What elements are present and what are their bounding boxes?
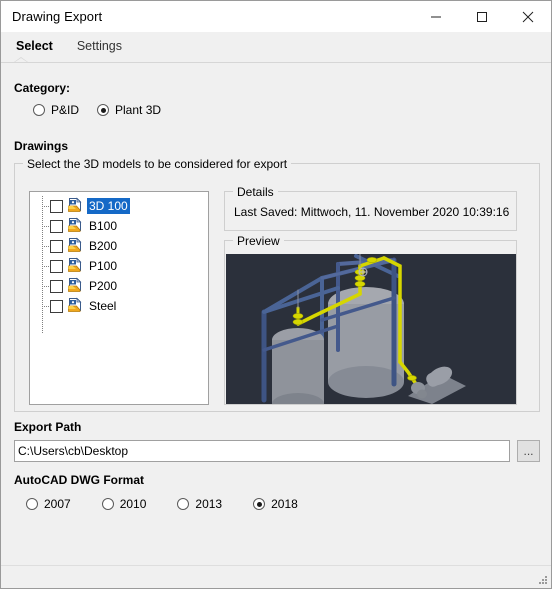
dwg-file-icon: [67, 197, 83, 216]
tree-stub: [42, 266, 50, 267]
radio-2007-label: 2007: [44, 497, 71, 511]
model-preview-canvas: [226, 254, 516, 404]
models-tree[interactable]: 3D 100 B100 B200 P100 P200 Steel: [29, 191, 209, 405]
category-label: Category:: [14, 81, 71, 95]
preview-groupbox-title: Preview: [233, 234, 284, 248]
drawings-label: Drawings: [14, 139, 69, 153]
tree-item-label: B200: [89, 239, 118, 253]
browse-button[interactable]: ...: [517, 440, 540, 462]
title-bar: Drawing Export: [1, 1, 551, 32]
radio-2013-label: 2013: [195, 497, 223, 511]
tab-underline: [1, 62, 551, 63]
tab-strip: Select Settings: [1, 32, 551, 69]
resize-grip[interactable]: [536, 573, 548, 585]
radio-2007[interactable]: 2007: [26, 497, 71, 511]
dwg-format-radio-group: 2007 2010 2013 2018: [26, 497, 329, 511]
radio-2018-label: 2018: [271, 497, 298, 511]
close-button[interactable]: [505, 1, 551, 32]
tree-stub: [42, 286, 50, 287]
radio-plant3d-circle: [97, 104, 110, 116]
drawing-export-dialog: Drawing Export Select Settings Category:…: [0, 0, 552, 589]
window-title: Drawing Export: [12, 9, 103, 24]
tree-checkbox[interactable]: [50, 199, 63, 213]
dwg-file-icon: [67, 277, 83, 296]
dwg-file-icon: [67, 297, 83, 316]
preview-groupbox: Preview: [224, 234, 517, 405]
radio-2010[interactable]: 2010: [101, 497, 147, 511]
radio-2010-label: 2010: [119, 497, 147, 511]
tree-checkbox[interactable]: [50, 299, 63, 313]
dwg-file-icon: [67, 237, 83, 256]
export-path-label: Export Path: [14, 420, 82, 434]
tree-stub: [42, 306, 50, 307]
radio-2018[interactable]: 2018: [253, 497, 298, 511]
tab-settings[interactable]: Settings: [75, 39, 124, 53]
tree-checkbox[interactable]: [50, 279, 63, 293]
footer-separator: [1, 565, 551, 566]
tab-select[interactable]: Select: [14, 39, 55, 53]
tree-item-label: P200: [89, 279, 118, 293]
dwg-file-icon: [67, 257, 83, 276]
radio-plant3d-label: Plant 3D: [115, 103, 162, 117]
tree-item-label: P100: [89, 259, 118, 273]
tree-stub: [42, 246, 50, 247]
radio-pid[interactable]: P&ID: [33, 103, 79, 117]
tree-item-p100[interactable]: P100: [30, 256, 208, 276]
radio-pid-label: P&ID: [51, 103, 80, 117]
last-saved-text: Last Saved: Mittwoch, 11. November 2020 …: [234, 205, 510, 219]
radio-plant3d[interactable]: Plant 3D: [97, 103, 161, 117]
tree-stub: [42, 206, 50, 207]
radio-2013-circle: [177, 498, 190, 510]
tree-stub: [42, 226, 50, 227]
maximize-button[interactable]: [459, 1, 505, 32]
window-controls: [413, 1, 551, 32]
details-groupbox-title: Details: [233, 185, 278, 199]
tree-checkbox[interactable]: [50, 239, 63, 253]
tree-item-label: 3D 100: [87, 198, 130, 214]
drawings-groupbox: Select the 3D models to be considered fo…: [14, 157, 540, 412]
minimize-button[interactable]: [413, 1, 459, 32]
tree-item-p200[interactable]: P200: [30, 276, 208, 296]
radio-2013[interactable]: 2013: [177, 497, 222, 511]
tree-checkbox[interactable]: [50, 259, 63, 273]
models-tree-inner: 3D 100 B100 B200 P100 P200 Steel: [30, 192, 208, 334]
tree-item-b200[interactable]: B200: [30, 236, 208, 256]
tree-checkbox[interactable]: [50, 219, 63, 233]
radio-2010-circle: [101, 498, 114, 510]
category-radio-group: P&ID Plant 3D: [33, 103, 179, 117]
radio-2018-circle: [253, 498, 266, 510]
tree-item-steel[interactable]: Steel: [30, 296, 208, 316]
tree-item-label: B100: [89, 219, 118, 233]
export-path-input[interactable]: [14, 440, 510, 462]
dwg-file-icon: [67, 217, 83, 236]
details-groupbox: Details Last Saved: Mittwoch, 11. Novemb…: [224, 185, 517, 231]
dwg-format-label: AutoCAD DWG Format: [14, 473, 144, 487]
radio-2007-circle: [26, 498, 38, 510]
tree-item-3d100[interactable]: 3D 100: [30, 196, 208, 216]
tree-item-label: Steel: [89, 299, 117, 313]
radio-pid-circle: [33, 104, 45, 116]
tree-item-b100[interactable]: B100: [30, 216, 208, 236]
drawings-groupbox-title: Select the 3D models to be considered fo…: [23, 157, 292, 171]
